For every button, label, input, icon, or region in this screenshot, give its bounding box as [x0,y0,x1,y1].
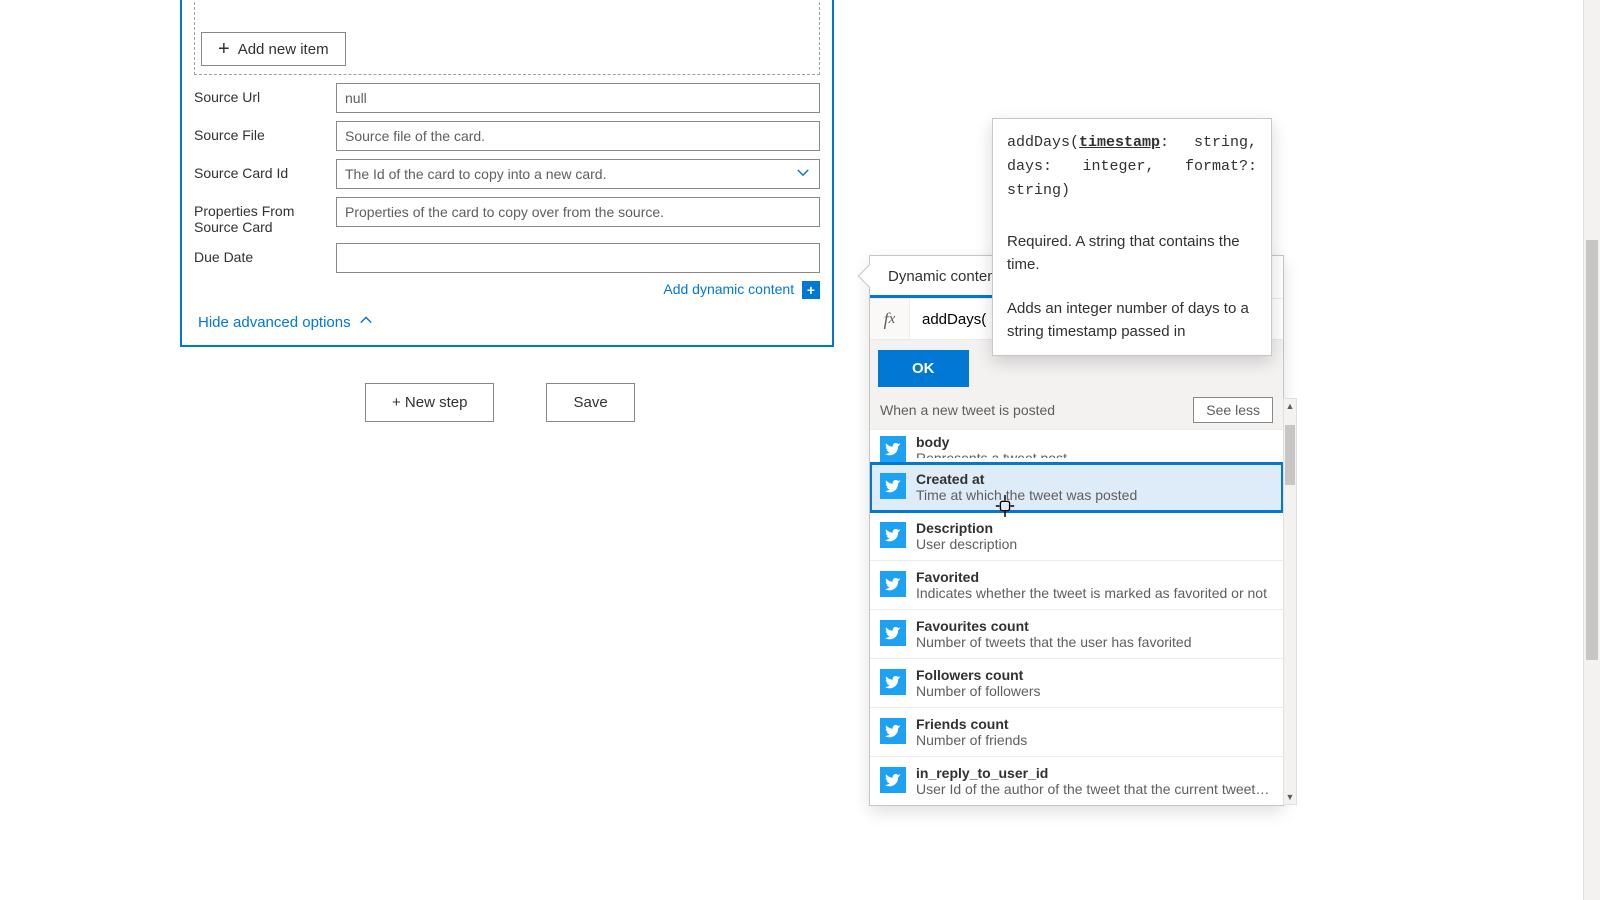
list-item[interactable]: Favourites count Number of tweets that t… [870,610,1283,659]
save-button[interactable]: Save [546,383,634,422]
item-desc: Time at which the tweet was posted [916,487,1273,503]
scroll-thumb[interactable] [1285,425,1295,485]
group-title: When a new tweet is posted [880,402,1055,418]
twitter-icon [880,718,906,744]
list-item[interactable]: Favorited Indicates whether the tweet is… [870,561,1283,610]
twitter-icon [880,436,906,462]
dynamic-content-list[interactable]: body Represents a tweet post Created at … [870,429,1283,805]
see-less-button[interactable]: See less [1193,397,1273,423]
twitter-icon [880,522,906,548]
item-title: in_reply_to_user_id [916,765,1273,781]
list-item[interactable]: Description User description [870,512,1283,561]
item-desc: Number of followers [916,683,1273,699]
item-desc: User Id of the author of the tweet that … [916,781,1273,797]
twitter-icon [880,620,906,646]
page-scroll-thumb[interactable] [1586,240,1598,660]
list-item[interactable]: Friends count Number of friends [870,708,1283,757]
input-source-card-id[interactable] [336,159,820,189]
scroll-down-icon[interactable]: ▼ [1284,790,1296,804]
expression-tooltip: addDays(timestamp: string, days: integer… [992,118,1272,356]
label-source-file: Source File [194,121,336,143]
ok-button[interactable]: OK [878,350,969,387]
fx-icon: fx [870,299,910,339]
item-title: Favorited [916,569,1273,585]
label-properties-from-source: Properties From Source Card [194,197,336,235]
item-desc: Number of friends [916,732,1273,748]
add-new-item-button[interactable]: + Add new item [201,32,346,66]
repeating-items-box: + Add new item [194,2,820,75]
list-item[interactable]: in_reply_to_user_id User Id of the autho… [870,757,1283,805]
tooltip-required: Required. A string that contains the tim… [1007,231,1257,276]
item-title: body [916,434,1273,450]
label-source-url: Source Url [194,83,336,105]
hide-advanced-label: Hide advanced options [198,314,351,331]
twitter-icon [880,473,906,499]
item-title: Favourites count [916,618,1273,634]
plus-icon: + [218,39,230,59]
input-source-url[interactable] [336,83,820,113]
twitter-icon [880,767,906,793]
scroll-up-icon[interactable]: ▲ [1284,399,1296,413]
list-item[interactable]: Followers count Number of followers [870,659,1283,708]
twitter-icon [880,571,906,597]
chevron-up-icon [359,313,373,331]
input-properties-from-source[interactable] [336,197,820,227]
list-item[interactable]: Created at Time at which the tweet was p… [870,463,1283,512]
label-source-card-id: Source Card Id [194,159,336,181]
page-scrollbar[interactable] [1583,0,1600,900]
item-desc: User description [916,536,1273,552]
tooltip-signature: addDays(timestamp: string, days: integer… [1007,131,1257,203]
panel-scrollbar[interactable]: ▲ ▼ [1283,398,1297,805]
item-title: Followers count [916,667,1273,683]
input-due-date[interactable] [336,243,820,273]
label-due-date: Due Date [194,243,336,265]
item-title: Created at [916,471,1273,487]
input-source-file[interactable] [336,121,820,151]
list-item[interactable]: body Represents a tweet post [870,430,1283,463]
item-desc: Number of tweets that the user has favor… [916,634,1273,650]
item-desc: Represents a tweet post [916,450,1273,458]
add-new-item-label: Add new item [238,41,329,58]
add-dynamic-plus-icon[interactable]: + [802,281,820,299]
item-desc: Indicates whether the tweet is marked as… [916,585,1273,601]
flow-action-card: + Add new item Source Url Source File So… [180,0,834,347]
tooltip-description: Adds an integer number of days to a stri… [1007,298,1257,343]
item-title: Description [916,520,1273,536]
twitter-icon [880,669,906,695]
hide-advanced-toggle[interactable]: Hide advanced options [194,313,373,331]
add-dynamic-content-link[interactable]: Add dynamic content [663,281,794,297]
new-step-button[interactable]: + New step [365,383,494,422]
item-row-placeholder [201,8,813,26]
item-title: Friends count [916,716,1273,732]
